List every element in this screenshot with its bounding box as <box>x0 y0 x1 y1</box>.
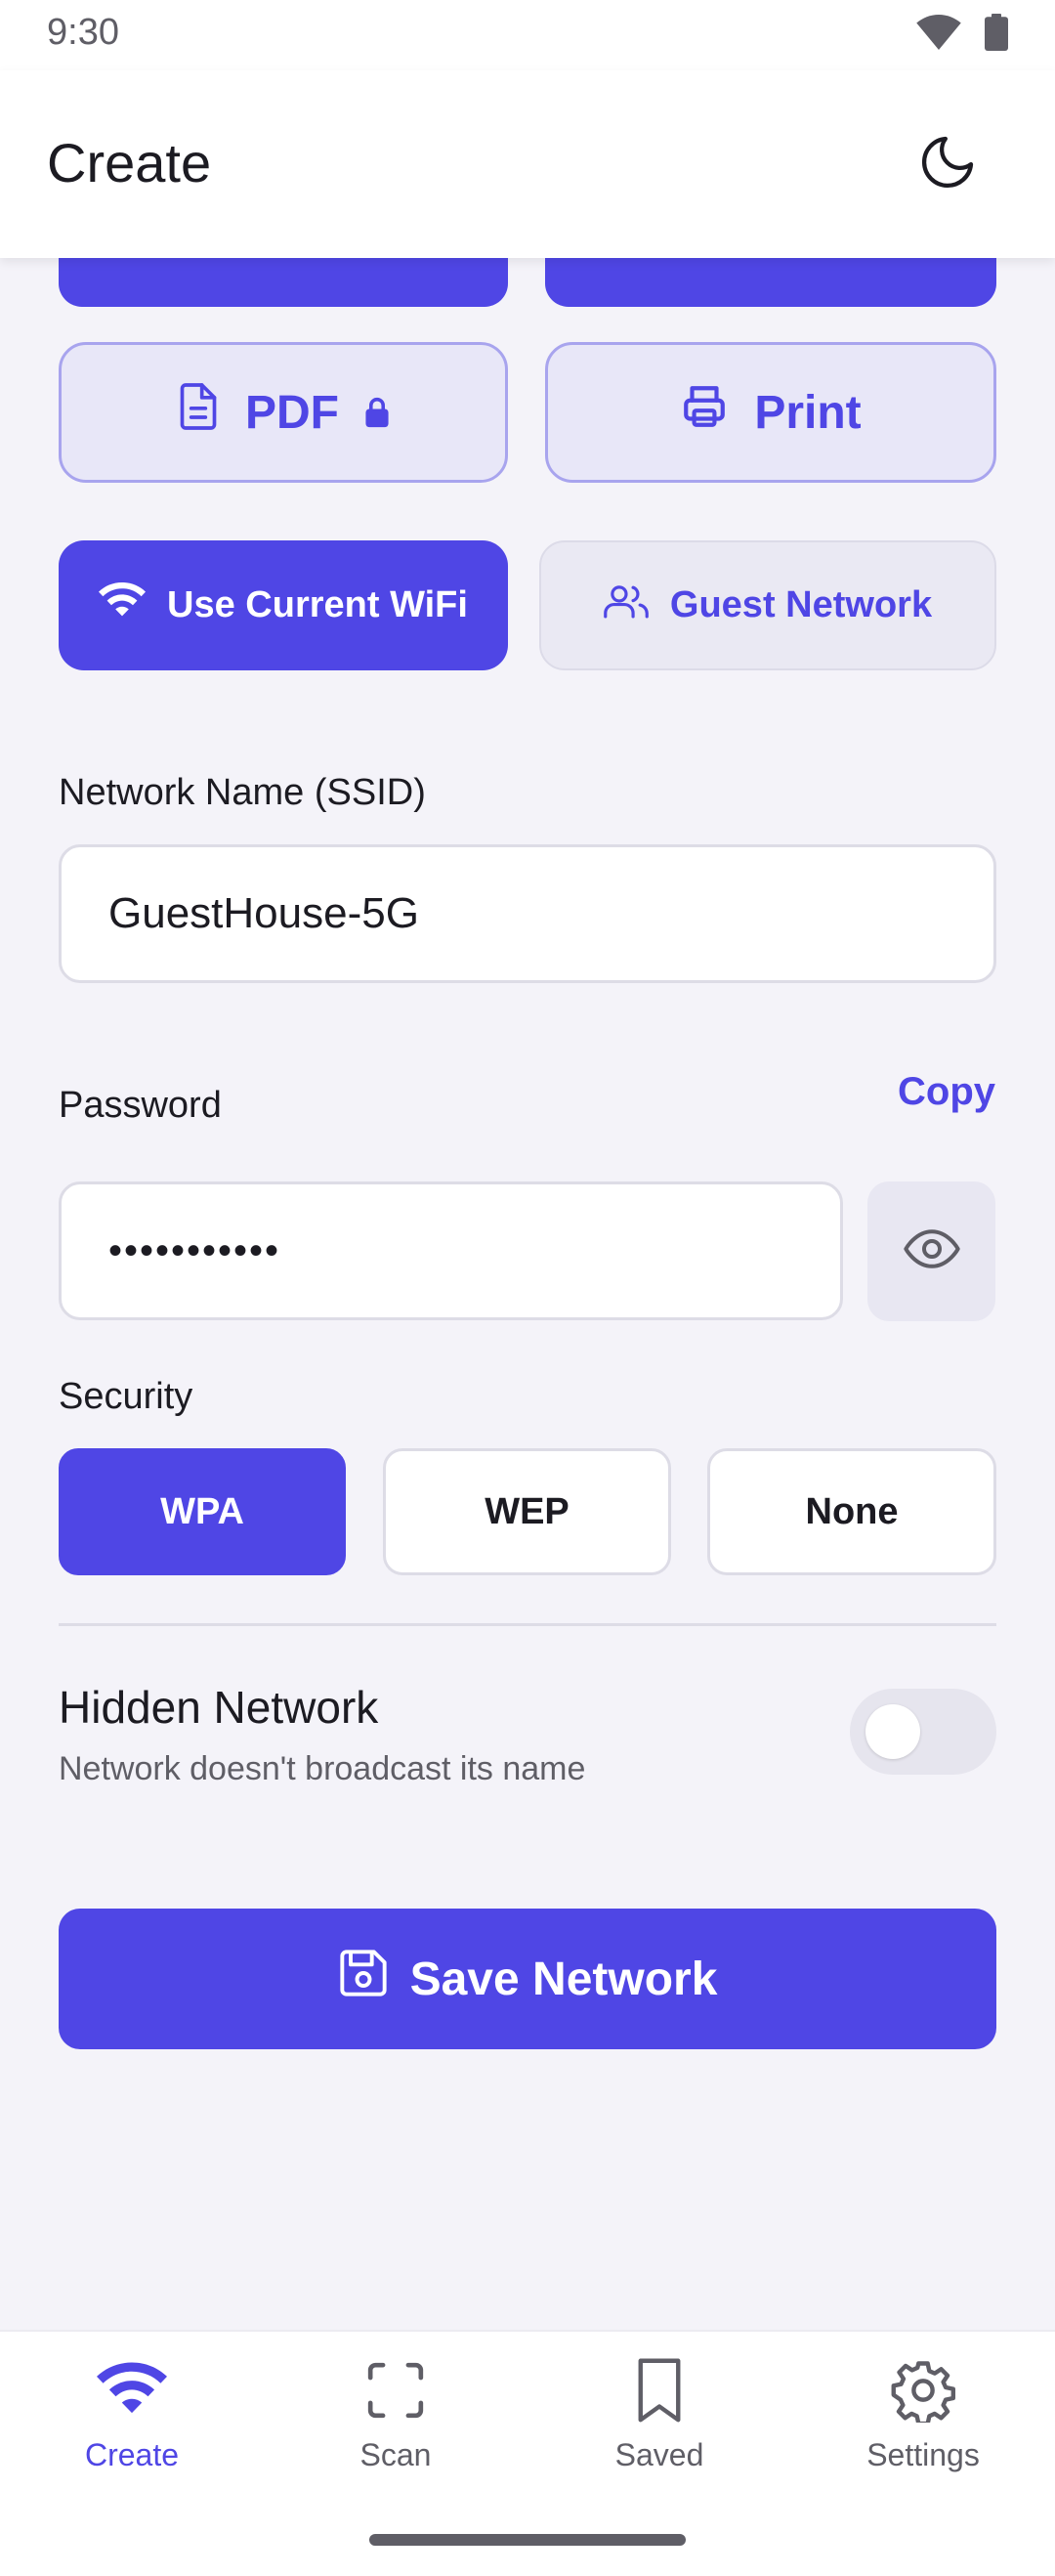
use-current-wifi-label: Use Current WiFi <box>167 584 468 625</box>
divider <box>59 1623 996 1626</box>
security-option-wpa[interactable]: WPA <box>59 1448 346 1575</box>
scan-icon <box>360 2355 431 2426</box>
hidden-network-title: Hidden Network <box>59 1682 379 1733</box>
security-option-wep[interactable]: WEP <box>383 1448 671 1575</box>
wifi-icon <box>99 581 147 629</box>
guest-network-label: Guest Network <box>669 584 933 625</box>
security-option-label: WPA <box>160 1490 244 1532</box>
lock-icon <box>364 386 390 440</box>
password-label: Password <box>59 1085 222 1126</box>
nav-label: Scan <box>359 2437 432 2472</box>
password-input[interactable]: ••••••••••• <box>59 1181 843 1320</box>
copy-password-button[interactable]: Copy <box>898 1070 995 1114</box>
security-option-label: WEP <box>485 1490 570 1532</box>
security-option-label: None <box>805 1490 899 1532</box>
users-icon <box>604 582 649 629</box>
save-network-button[interactable]: Save Network <box>59 1909 996 2049</box>
use-current-wifi-button[interactable]: Use Current WiFi <box>59 540 508 670</box>
eye-icon <box>903 1229 960 1273</box>
nav-item-settings[interactable]: Settings <box>791 2355 1055 2492</box>
security-option-none[interactable]: None <box>707 1448 996 1575</box>
print-button[interactable]: Print <box>545 342 996 483</box>
floppy-disk-icon <box>338 1948 389 2010</box>
wifi-signal-icon <box>916 15 961 55</box>
document-icon <box>177 381 220 444</box>
hidden-network-subtitle: Network doesn't broadcast its name <box>59 1750 586 1787</box>
save-network-label: Save Network <box>409 1953 718 2005</box>
status-time: 9:30 <box>47 12 119 53</box>
pdf-export-button[interactable]: PDF <box>59 342 508 483</box>
printer-icon <box>680 382 729 443</box>
ssid-label: Network Name (SSID) <box>59 772 426 813</box>
home-indicator <box>369 2534 686 2546</box>
security-label: Security <box>59 1376 193 1417</box>
guest-network-button[interactable]: Guest Network <box>539 540 996 670</box>
battery-icon <box>985 14 1008 56</box>
app-bar: Create <box>0 70 1055 258</box>
nav-item-saved[interactable]: Saved <box>528 2355 791 2492</box>
gear-icon <box>888 2355 958 2426</box>
toggle-knob <box>865 1704 920 1759</box>
ssid-value: GuestHouse-5G <box>108 889 419 937</box>
nav-label: Settings <box>866 2437 980 2472</box>
nav-label: Saved <box>614 2437 704 2472</box>
page-title: Create <box>47 132 212 193</box>
scroll-content: PDF Print Use Current WiFi Guest Network… <box>0 0 1055 2336</box>
wifi-icon <box>97 2355 167 2426</box>
nav-label: Create <box>84 2437 180 2472</box>
bookmark-icon <box>624 2355 695 2426</box>
hidden-network-toggle[interactable] <box>850 1689 996 1775</box>
toggle-password-visibility-button[interactable] <box>867 1181 995 1321</box>
dark-mode-toggle[interactable] <box>910 127 985 201</box>
password-value: ••••••••••• <box>108 1228 281 1272</box>
ssid-input[interactable]: GuestHouse-5G <box>59 844 996 983</box>
nav-item-create[interactable]: Create <box>0 2355 264 2492</box>
status-bar: 9:30 <box>0 0 1055 70</box>
print-label: Print <box>754 386 862 439</box>
pdf-label: PDF <box>245 386 339 439</box>
nav-item-scan[interactable]: Scan <box>264 2355 528 2492</box>
moon-icon <box>916 131 979 198</box>
